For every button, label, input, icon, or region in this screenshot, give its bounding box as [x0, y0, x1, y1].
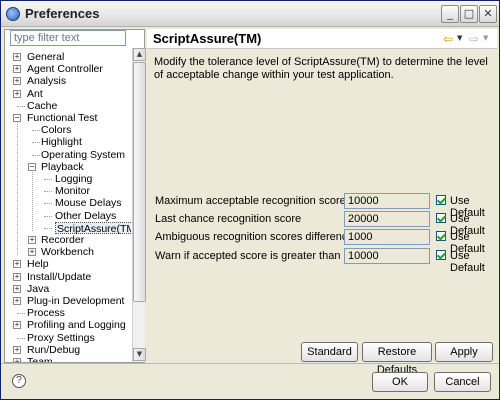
tree-item[interactable]: Logging [55, 173, 92, 185]
tree-connector [17, 313, 25, 315]
preference-page: ScriptAssure(TM) ⇦ ▼ ⇨ ▼ Modify the tole… [147, 29, 497, 376]
standard-button[interactable]: Standard [301, 342, 358, 362]
tree-item[interactable]: Playback [41, 161, 84, 173]
expand-icon[interactable]: + [13, 345, 21, 354]
setting-value-field[interactable]: 10000 [344, 193, 430, 209]
tree-item[interactable]: ScriptAssure(TM) [55, 221, 131, 235]
tree-item[interactable]: Operating System [41, 149, 125, 161]
tree-item[interactable]: Recorder [41, 234, 84, 246]
setting-value-field[interactable]: 20000 [344, 211, 430, 227]
scroll-down-icon[interactable]: ▼ [133, 348, 146, 361]
expand-icon[interactable]: + [13, 65, 21, 74]
forward-arrow-icon[interactable]: ⇨ [469, 32, 479, 46]
tree-item[interactable]: Java [27, 283, 49, 295]
use-default-checkbox[interactable] [436, 250, 446, 260]
tree-item[interactable]: Other Delays [55, 210, 116, 222]
tree-item[interactable]: Colors [41, 124, 71, 136]
tree-item[interactable]: Cache [27, 100, 57, 112]
tree-item[interactable]: Profiling and Logging [27, 319, 126, 331]
tree-item[interactable]: Proxy Settings [27, 332, 95, 344]
tree-connector [32, 142, 40, 144]
preferences-window: Preferences _ □ ✕ + General + Agent Control… [0, 0, 500, 400]
setting-label: Last chance recognition score [155, 213, 302, 225]
tree-item[interactable]: Agent Controller [27, 63, 103, 75]
window-title: Preferences [25, 6, 100, 21]
tree-item[interactable]: Process [27, 307, 65, 319]
title-bar[interactable]: Preferences _ □ ✕ [1, 1, 499, 27]
page-header: ScriptAssure(TM) ⇦ ▼ ⇨ ▼ [147, 29, 497, 49]
tree-connector [32, 130, 40, 132]
tree-item[interactable]: Help [27, 258, 49, 270]
page-title: ScriptAssure(TM) [153, 31, 262, 46]
tree-connector [17, 105, 25, 107]
expand-icon[interactable]: + [28, 236, 36, 244]
apply-button[interactable]: Apply [435, 342, 493, 362]
tree-item[interactable]: Install/Update [27, 271, 91, 283]
cancel-button[interactable]: Cancel [434, 372, 491, 392]
tree-item[interactable]: Functional Test [27, 112, 97, 124]
tree-connector [44, 191, 52, 193]
tree-connector [44, 203, 52, 205]
use-default-checkbox[interactable] [436, 195, 446, 205]
preference-tree[interactable]: + General + Agent Controller + Analysis + Ant Ca… [5, 50, 131, 362]
expand-icon[interactable]: + [13, 260, 21, 269]
tree-scrollbar[interactable]: ▲ ▼ [132, 48, 146, 362]
expand-icon[interactable]: + [13, 284, 21, 293]
setting-label: Maximum acceptable recognition score [155, 195, 346, 207]
expand-icon[interactable]: + [28, 248, 36, 257]
tree-connector [44, 215, 52, 217]
expand-icon[interactable]: + [13, 297, 21, 305]
tree-connector [17, 337, 25, 339]
expand-icon[interactable]: + [13, 321, 21, 330]
tree-item[interactable]: Plug-in Development [27, 295, 124, 307]
footer-separator [1, 363, 499, 364]
tree-item[interactable]: General [27, 51, 64, 63]
setting-value-field[interactable]: 10000 [344, 248, 430, 264]
use-default-label: Use Default [450, 250, 485, 274]
expand-icon[interactable]: + [13, 77, 21, 86]
close-button[interactable]: ✕ [479, 5, 497, 23]
use-default-checkbox[interactable] [436, 213, 446, 223]
back-arrow-icon[interactable]: ⇦ [443, 32, 453, 46]
tree-guide [32, 169, 33, 231]
tree-guide [17, 121, 18, 256]
preference-tree-pane: + General + Agent Controller + Analysis + AntCa… [4, 29, 146, 363]
tree-connector [32, 154, 40, 156]
scroll-up-icon[interactable]: ▲ [133, 48, 146, 61]
filter-input[interactable] [10, 30, 126, 46]
tree-item[interactable]: Mouse Delays [55, 197, 122, 209]
tree-item[interactable]: Run/Debug [27, 344, 80, 356]
expand-icon[interactable]: + [13, 89, 21, 98]
tree-connector [44, 227, 52, 229]
forward-menu-chevron-down-icon[interactable]: ▼ [483, 34, 488, 42]
back-menu-chevron-down-icon[interactable]: ▼ [457, 34, 462, 42]
tree-item[interactable]: Highlight [41, 136, 82, 148]
expand-icon[interactable]: + [13, 53, 21, 61]
tree-item[interactable]: Team [27, 356, 53, 362]
tree-item[interactable]: Analysis [27, 75, 66, 87]
scrollbar-thumb[interactable] [133, 62, 146, 302]
setting-value-field[interactable]: 1000 [344, 229, 430, 245]
expand-icon[interactable]: + [13, 358, 21, 362]
maximize-button[interactable]: □ [460, 5, 478, 23]
setting-label: Warn if accepted score is greater than [155, 250, 341, 262]
tree-item[interactable]: Monitor [55, 185, 90, 197]
help-icon[interactable]: ? [12, 374, 26, 388]
restore-defaults-button[interactable]: Restore Defaults [362, 342, 432, 376]
use-default-checkbox[interactable] [436, 231, 446, 241]
tree-item[interactable]: Ant [27, 88, 43, 100]
expand-icon[interactable]: + [13, 272, 21, 281]
tree-item[interactable]: Workbench [41, 246, 94, 258]
eclipse-icon [6, 7, 20, 21]
ok-button[interactable]: OK [372, 372, 428, 392]
minimize-button[interactable]: _ [441, 5, 459, 23]
tree-connector [44, 179, 52, 180]
page-description: Modify the tolerance level of ScriptAssu… [154, 56, 488, 81]
